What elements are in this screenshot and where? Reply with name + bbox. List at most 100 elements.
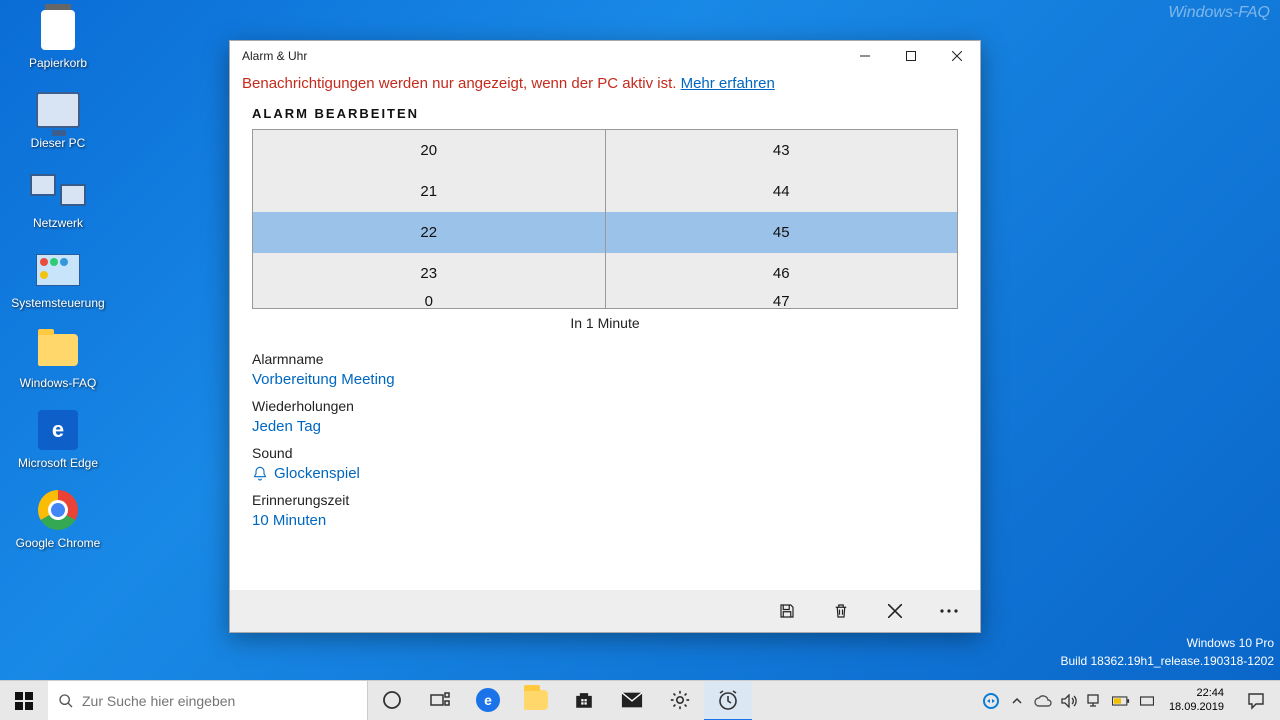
taskbar-store[interactable] [560,681,608,720]
hour-column[interactable]: 20 21 22 23 0 [253,130,605,308]
edition-text: Windows 10 Pro [1060,634,1274,652]
minute-column[interactable]: 43 44 45 46 47 [605,130,958,308]
minute-option[interactable]: 47 [606,294,958,309]
taskbar-settings[interactable] [656,681,704,720]
taskbar-search[interactable] [48,681,368,720]
store-icon [573,689,595,711]
cortana-button[interactable] [368,681,416,720]
window-title: Alarm & Uhr [242,49,307,63]
save-icon [778,602,796,620]
sound-label: Sound [252,445,958,461]
recycle-bin-icon [41,10,75,50]
time-picker[interactable]: 20 21 22 23 0 43 44 45 46 47 [252,129,958,309]
command-bar [230,590,980,632]
tray-battery[interactable] [1111,681,1131,720]
repeat-value[interactable]: Jeden Tag [252,418,958,435]
taskbar: e 22:44 18.09.2019 [0,680,1280,720]
close-icon [952,51,962,61]
cloud-icon [1034,695,1052,707]
more-button[interactable] [922,590,976,632]
edge-icon: e [38,410,78,450]
hour-option[interactable]: 20 [253,130,605,171]
alarm-name-value[interactable]: Vorbereitung Meeting [252,371,958,388]
desktop-icon-control-panel[interactable]: Systemsteuerung [8,248,108,310]
hour-option[interactable]: 0 [253,294,605,309]
tray-onedrive[interactable] [1033,681,1053,720]
maximize-icon [906,51,916,61]
taskbar-pinned: e [368,681,752,720]
tray-chevron-up[interactable] [1007,681,1027,720]
build-text: Build 18362.19h1_release.190318-1202 [1060,652,1274,670]
tray-volume[interactable] [1059,681,1079,720]
snooze-label: Erinnerungszeit [252,492,958,508]
maximize-button[interactable] [888,41,934,71]
teamviewer-icon [983,693,999,709]
taskbar-edge[interactable]: e [464,681,512,720]
pc-icon [36,92,80,128]
desktop-icon-folder[interactable]: Windows-FAQ [8,328,108,390]
minimize-button[interactable] [842,41,888,71]
sound-value[interactable]: Glockenspiel [252,465,958,482]
hour-option[interactable]: 22 [253,212,605,253]
desktop-icon-edge[interactable]: e Microsoft Edge [8,408,108,470]
titlebar[interactable]: Alarm & Uhr [230,41,980,71]
keyboard-icon [1140,694,1154,708]
desktop-icon-label: Systemsteuerung [8,296,108,310]
desktop-icon-label: Dieser PC [8,136,108,150]
tray-input[interactable] [1137,681,1157,720]
minute-option[interactable]: 45 [606,212,958,253]
folder-icon [524,690,548,710]
clock-date: 18.09.2019 [1169,701,1224,715]
snooze-value[interactable]: 10 Minuten [252,512,958,529]
alarm-fields: Alarmname Vorbereitung Meeting Wiederhol… [230,341,980,529]
minute-option[interactable]: 44 [606,171,958,212]
taskbar-mail[interactable] [608,681,656,720]
repeat-label: Wiederholungen [252,398,958,414]
alarm-name-label: Alarmname [252,351,958,367]
minimize-icon [860,51,870,61]
edge-icon: e [476,688,500,712]
start-button[interactable] [0,681,48,720]
section-heading: ALARM BEARBEITEN [230,100,980,129]
hour-option[interactable]: 23 [253,253,605,294]
close-button[interactable] [934,41,980,71]
mail-icon [621,691,643,709]
desktop-icon-label: Papierkorb [8,56,108,70]
cancel-icon [888,604,902,618]
system-tray: 22:44 18.09.2019 [981,681,1280,720]
delete-button[interactable] [814,590,868,632]
desktop-icon-label: Windows-FAQ [8,376,108,390]
desktop-icon-this-pc[interactable]: Dieser PC [8,88,108,150]
taskbar-clock[interactable]: 22:44 18.09.2019 [1163,687,1230,715]
desktop-icon-chrome[interactable]: Google Chrome [8,488,108,550]
ellipsis-icon [940,609,958,613]
cancel-button[interactable] [868,590,922,632]
battery-icon [1112,696,1130,706]
gear-icon [669,689,691,711]
tray-teamviewer[interactable] [981,681,1001,720]
desktop-icon-network[interactable]: Netzwerk [8,168,108,230]
notification-icon [1247,692,1265,710]
clock-time: 22:44 [1169,687,1224,701]
desktop-icons: Papierkorb Dieser PC Netzwerk Systemsteu… [8,8,108,568]
chevron-up-icon [1011,695,1023,707]
sound-value-text: Glockenspiel [274,465,360,482]
minute-option[interactable]: 43 [606,130,958,171]
task-view-icon [430,692,450,708]
action-center-button[interactable] [1236,681,1276,720]
notice-text: Benachrichtigungen werden nur angezeigt,… [242,75,681,92]
tray-network[interactable] [1085,681,1105,720]
minute-option[interactable]: 46 [606,253,958,294]
taskbar-alarm-clock[interactable] [704,681,752,720]
save-button[interactable] [760,590,814,632]
hour-option[interactable]: 21 [253,171,605,212]
notification-banner: Benachrichtigungen werden nur angezeigt,… [230,71,980,100]
taskbar-explorer[interactable] [512,681,560,720]
task-view-button[interactable] [416,681,464,720]
desktop-icon-label: Microsoft Edge [8,456,108,470]
search-input[interactable] [82,693,357,709]
desktop-icon-recycle-bin[interactable]: Papierkorb [8,8,108,70]
network-icon [1087,694,1103,708]
notice-link[interactable]: Mehr erfahren [681,75,775,92]
chrome-icon [38,490,78,530]
